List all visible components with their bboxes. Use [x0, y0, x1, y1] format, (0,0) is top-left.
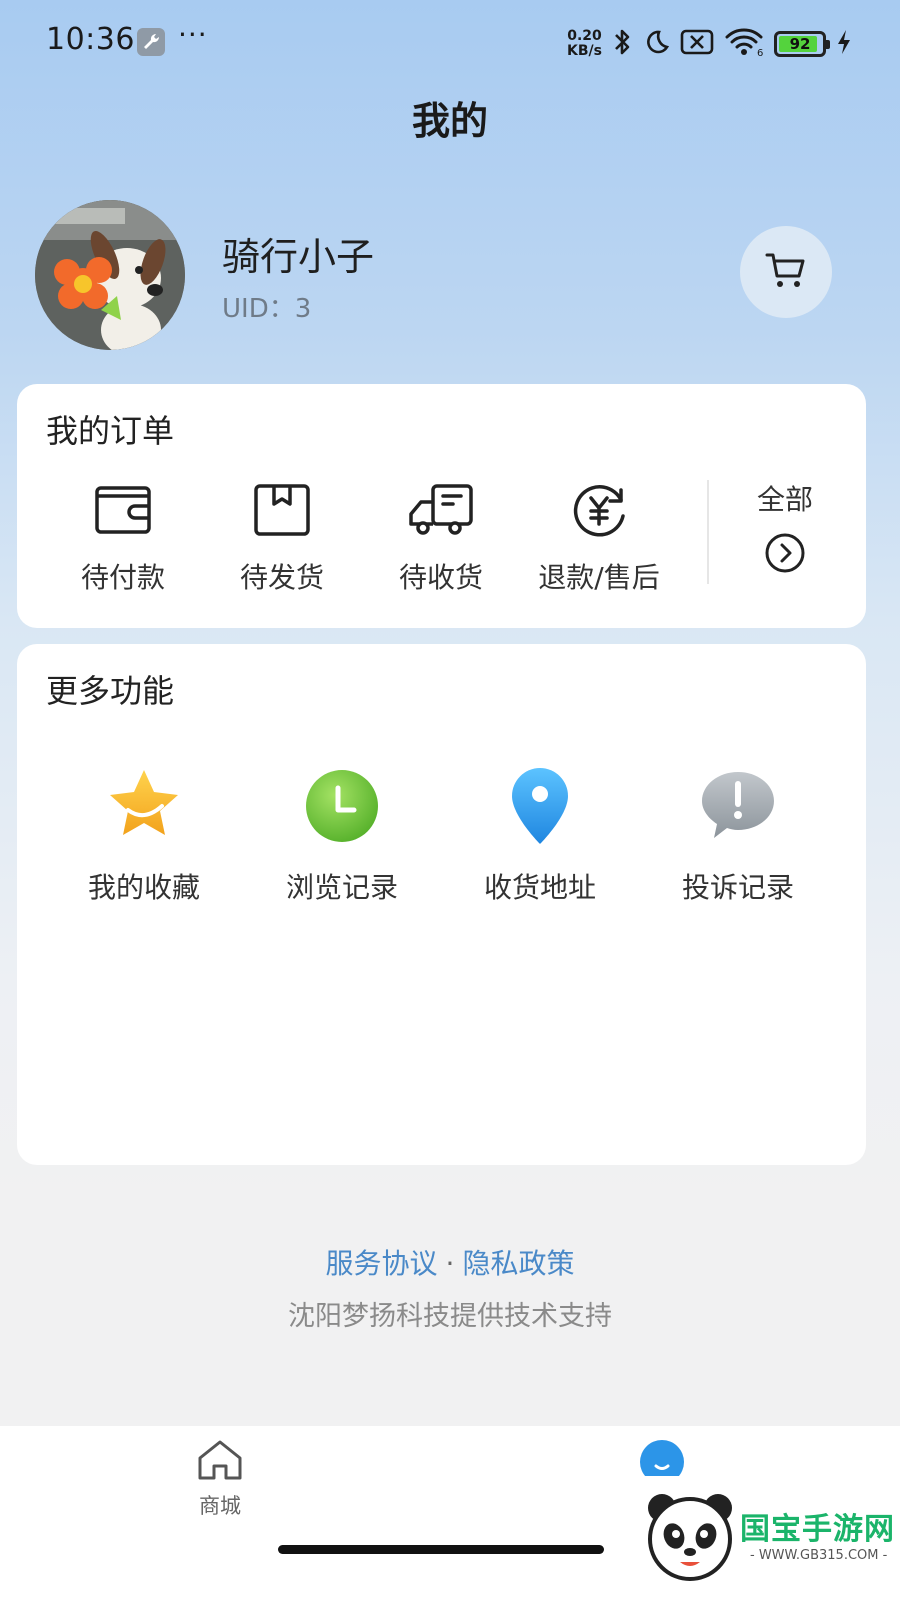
home-indicator[interactable] — [278, 1545, 604, 1554]
feature-shipping-address[interactable]: 收货地址 — [455, 764, 625, 906]
orders-title: 我的订单 — [46, 412, 175, 450]
box-icon — [252, 482, 312, 542]
order-pending-shipment[interactable]: 待发货 — [192, 482, 372, 596]
svg-text:6: 6 — [757, 48, 763, 57]
watermark: 国宝手游网 - WWW.GB315.COM - — [634, 1476, 900, 1600]
shopping-cart-icon — [764, 250, 808, 294]
status-icons: 0.20 KB/s 6 92 — [567, 24, 852, 64]
user-uid: UID：3 — [222, 294, 312, 324]
status-time: 10:36 — [46, 22, 135, 57]
page-title: 我的 — [411, 99, 488, 143]
order-pending-payment[interactable]: 待付款 — [33, 482, 213, 596]
watermark-url: - WWW.GB315.COM - — [750, 1548, 888, 1563]
more-notifications-icon: ··· — [178, 18, 208, 51]
feature-browsing-history[interactable]: 浏览记录 — [257, 764, 427, 906]
privacy-policy-link[interactable]: 隐私政策 — [462, 1247, 574, 1280]
truck-icon — [407, 482, 475, 542]
footer-links: 服务协议 · 隐私政策 — [0, 1242, 900, 1282]
watermark-text: 国宝手游网 — [740, 1512, 895, 1547]
charging-icon — [836, 29, 852, 59]
service-agreement-link[interactable]: 服务协议 — [326, 1247, 438, 1280]
feature-complaint-records[interactable]: 投诉记录 — [653, 764, 823, 906]
nav-tab-home[interactable]: 商城 — [180, 1438, 260, 1520]
network-speed: 0.20 KB/s — [567, 28, 602, 59]
wrench-icon — [137, 28, 165, 56]
battery-indicator: 92 — [774, 31, 830, 57]
orders-card: 我的订单 待付款 待发货 待收货 退款/售后 全部 — [17, 384, 866, 628]
exclamation-bubble-icon — [696, 764, 780, 852]
user-name: 骑行小子 — [222, 235, 375, 279]
wallet-icon — [93, 482, 153, 542]
feature-favorites[interactable]: 我的收藏 — [59, 764, 229, 906]
more-features-card: 更多功能 我的收藏 浏览记录 收货地址 投诉记录 — [17, 644, 866, 1165]
avatar[interactable] — [35, 200, 185, 350]
all-orders-link[interactable]: 全部 — [737, 478, 833, 578]
moon-icon — [642, 28, 670, 60]
order-refund-aftersale[interactable]: 退款/售后 — [509, 482, 689, 596]
order-pending-receipt[interactable]: 待收货 — [351, 482, 531, 596]
chevron-right-circle-icon — [764, 532, 806, 578]
star-icon — [102, 764, 186, 852]
sim-disabled-icon — [680, 29, 714, 59]
cart-button[interactable] — [740, 226, 832, 318]
orders-divider — [707, 480, 709, 584]
refund-yen-icon — [569, 482, 629, 542]
more-features-title: 更多功能 — [46, 672, 175, 710]
clock-icon — [300, 764, 384, 852]
wifi-icon: 6 — [724, 27, 764, 61]
location-pin-icon — [498, 764, 582, 852]
footer-support-text: 沈阳梦扬科技提供技术支持 — [288, 1301, 612, 1332]
bluetooth-icon — [612, 27, 632, 61]
home-icon — [196, 1438, 244, 1486]
footer-separator: · — [445, 1247, 455, 1280]
status-bar: 10:36 ··· 0.20 KB/s 6 92 — [0, 0, 900, 84]
